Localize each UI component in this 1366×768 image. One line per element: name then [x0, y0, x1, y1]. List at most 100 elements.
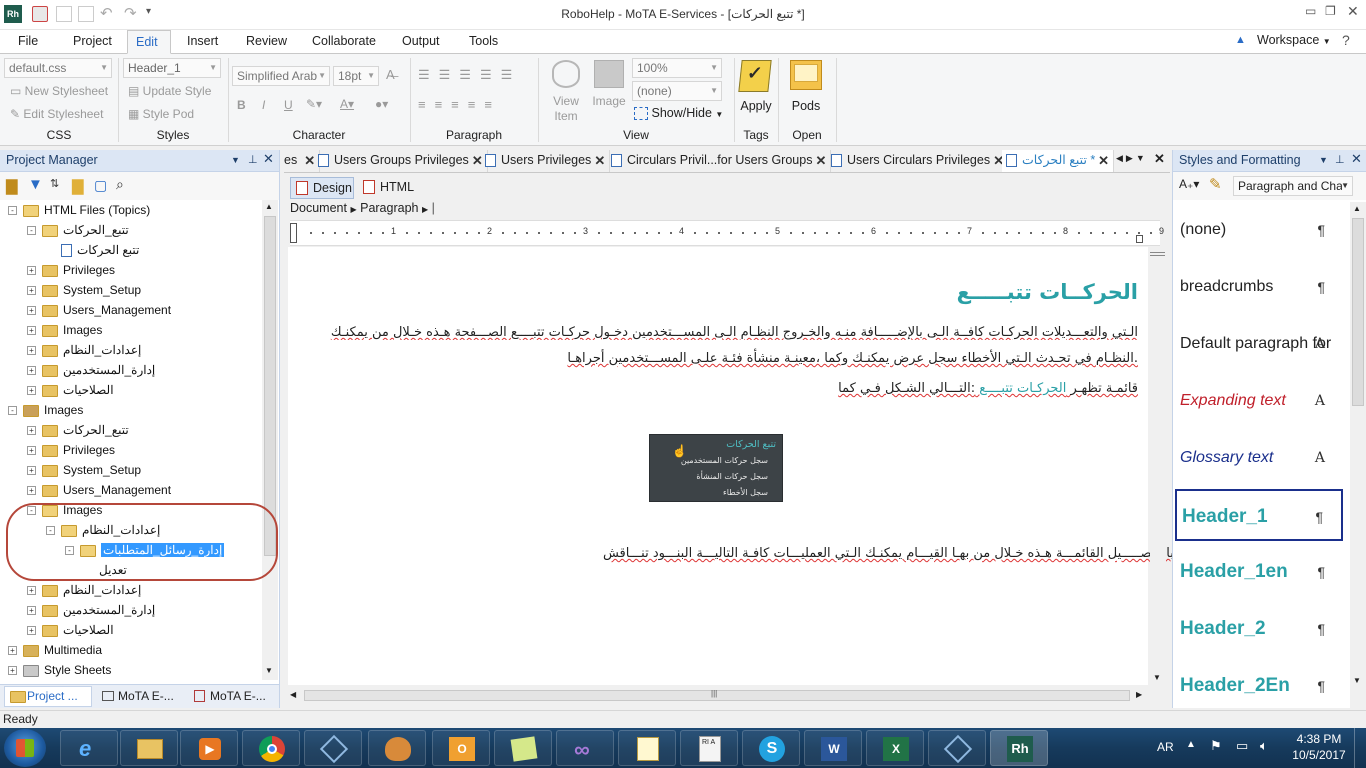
scroll-down-icon[interactable]: ▼ — [1153, 673, 1161, 682]
new-stylesheet-button[interactable]: ▭ New Stylesheet — [10, 84, 108, 98]
notes-icon[interactable] — [494, 730, 552, 766]
italic-icon[interactable]: I — [262, 98, 265, 112]
tree-item[interactable]: + Style Sheets — [8, 661, 111, 679]
tree-item[interactable]: - HTML Files (Topics) — [8, 201, 150, 219]
expand-icon[interactable]: + — [8, 666, 17, 676]
style-item[interactable]: Default paragraph for A — [1175, 318, 1343, 370]
expand-icon[interactable]: + — [27, 306, 36, 316]
style-item[interactable]: Header_2En ¶ — [1175, 660, 1343, 708]
styles-scroll-thumb[interactable] — [1352, 218, 1364, 406]
editor-hscrollbar[interactable]: ◀ ||| ▶ — [288, 688, 1148, 704]
close-panel-icon[interactable]: ✕ — [1351, 149, 1362, 169]
chrome-icon[interactable] — [242, 730, 300, 766]
close-panel-icon[interactable]: ✕ — [263, 149, 274, 169]
volume-icon[interactable]: 🔈︎ — [1260, 738, 1268, 754]
tree-item[interactable]: + إعدادات_النظام — [27, 581, 141, 599]
new-folder-icon[interactable]: ▇ — [72, 177, 84, 195]
tree-item[interactable]: + System_Setup — [27, 281, 141, 299]
doc-tab-users-groups-privileges[interactable]: Users Groups Privileges ✕ — [314, 150, 488, 172]
split-handle-icon[interactable] — [1150, 252, 1165, 256]
menu-screenshot-image[interactable]: تتبع الحركات سجل حركات المستخدمين سجل حر… — [649, 434, 783, 502]
doc-tab-users-circulars-privileges[interactable]: Users Circulars Privileges ✕ — [827, 150, 1010, 172]
style-filter-combo[interactable]: Paragraph and Char ▼ — [1233, 176, 1353, 196]
highlight-icon[interactable]: ✎▾ — [306, 97, 322, 111]
new-style-icon[interactable]: A₊▾ — [1179, 177, 1199, 191]
edit-style-icon[interactable]: ✎ — [1209, 175, 1222, 193]
tray-expand-icon[interactable]: ▲ — [1186, 739, 1196, 750]
close-icon[interactable]: ✕ — [1347, 3, 1359, 20]
folder-options-icon[interactable]: ▇ — [6, 177, 18, 195]
new-item-icon[interactable]: ▢ — [94, 177, 107, 194]
expand-icon[interactable]: + — [27, 606, 36, 616]
network-icon[interactable]: ▭ — [1236, 738, 1248, 754]
notepad-icon[interactable] — [618, 730, 676, 766]
doc-tab-tracking[interactable]: تتبع الحركات * ✕ — [1002, 150, 1114, 172]
tree-item[interactable]: + إعدادات_النظام — [27, 341, 141, 359]
paragraph-1-line-2[interactable]: .النظـام في تحـدث الـتي الأخطاء سجل عرض … — [567, 351, 1138, 366]
clear-format-icon[interactable]: A̶ — [386, 67, 395, 82]
tree-item[interactable]: + تتبع_الحركات — [27, 421, 129, 439]
apply-tags-icon[interactable]: ✓ — [738, 60, 772, 92]
collapse-icon[interactable]: - — [27, 226, 36, 236]
expand-icon[interactable]: + — [27, 386, 36, 396]
bold-icon[interactable]: B — [237, 98, 246, 112]
skype-icon[interactable]: S — [742, 730, 800, 766]
expand-icon[interactable]: + — [27, 426, 36, 436]
tree-item[interactable]: + إدارة_المستخدمين — [27, 361, 155, 379]
visual-studio-icon[interactable]: ∞ — [556, 730, 614, 766]
clock-time[interactable]: 4:38 PM — [1293, 732, 1345, 746]
font-color-icon[interactable]: A▾ — [340, 97, 354, 111]
sort-icon[interactable]: ⇅ — [50, 177, 59, 190]
font-combo[interactable]: Simplified Arab ▼ — [232, 66, 330, 86]
tree-scroll-thumb[interactable] — [264, 216, 276, 556]
scroll-left-icon[interactable]: ◀ — [290, 690, 296, 699]
style-item[interactable]: Glossary text A — [1175, 432, 1343, 484]
start-button[interactable] — [4, 729, 46, 767]
font-size-combo[interactable]: 18pt ▼ — [333, 66, 379, 86]
tree-item[interactable]: + Users_Management — [27, 301, 171, 319]
bottom-tab-mota-2[interactable]: MoTA E-... — [190, 688, 266, 705]
paragraph-1-line-1[interactable]: الـتي والتعـــديلات الحركـات كافــة الـى… — [288, 325, 1138, 340]
expand-icon[interactable]: + — [27, 626, 36, 636]
bottom-tab-project[interactable]: Project ... — [4, 686, 92, 707]
clock-date[interactable]: 10/5/2017 — [1288, 748, 1350, 762]
action-center-icon[interactable]: ⚑ — [1210, 738, 1222, 754]
word-icon[interactable]: W — [804, 730, 862, 766]
pin-icon[interactable]: ⊥ — [1335, 150, 1345, 170]
expand-icon[interactable]: + — [27, 346, 36, 356]
paint-icon[interactable] — [368, 730, 426, 766]
file-explorer-icon[interactable] — [120, 730, 178, 766]
image-button[interactable]: Image — [588, 94, 630, 108]
collapse-ribbon-icon[interactable]: ▲ — [1235, 34, 1246, 46]
show-desktop-button[interactable] — [1354, 728, 1366, 768]
zoom-combo[interactable]: 100% ▼ — [632, 58, 722, 78]
tab-close-icon[interactable]: ✕ — [816, 150, 827, 171]
html-view-button[interactable]: HTML — [360, 177, 414, 199]
paragraph-2-link[interactable]: الحركـات تتبــــع — [979, 381, 1066, 396]
apply-button[interactable]: Apply — [736, 99, 776, 113]
styles-scrollbar[interactable]: ▲ ▼ — [1350, 202, 1366, 708]
expand-icon[interactable]: + — [27, 366, 36, 376]
expand-icon[interactable]: + — [27, 486, 36, 496]
topic-heading[interactable]: الحركــات تتبـــــع — [957, 280, 1138, 304]
restore-icon[interactable]: ❐ — [1325, 4, 1336, 18]
scroll-up-icon[interactable]: ▲ — [265, 202, 273, 211]
expand-icon[interactable]: + — [8, 646, 17, 656]
view-condition-combo[interactable]: (none) ▼ — [632, 81, 722, 101]
hscroll-thumb[interactable]: ||| — [304, 689, 1130, 701]
tree-item[interactable]: + الصلاحيات — [27, 381, 114, 399]
workspace-dropdown[interactable]: Workspace ▼ — [1257, 33, 1331, 47]
menu-tools[interactable]: Tools — [461, 30, 506, 54]
tree-item[interactable]: + Privileges — [27, 261, 115, 279]
style-item[interactable]: Header_2 ¶ — [1175, 603, 1343, 655]
scroll-up-icon[interactable]: ▲ — [1353, 204, 1361, 213]
expand-icon[interactable]: + — [27, 586, 36, 596]
tree-item[interactable]: + Privileges — [27, 441, 115, 459]
app-icon-diamond-2[interactable] — [928, 730, 986, 766]
ruler[interactable]: 1 2 3 4 5 6 7 8 9 — [290, 220, 1164, 246]
show-hide-button[interactable]: Show/Hide ▼ — [634, 106, 723, 121]
stylesheet-combo[interactable]: default.css ▼ — [4, 58, 112, 78]
bottom-tab-mota-1[interactable]: MoTA E-... — [98, 688, 174, 705]
align-icons[interactable]: ≡≡≡≡≡ — [418, 97, 501, 112]
pods-button[interactable]: Pods — [786, 99, 826, 113]
